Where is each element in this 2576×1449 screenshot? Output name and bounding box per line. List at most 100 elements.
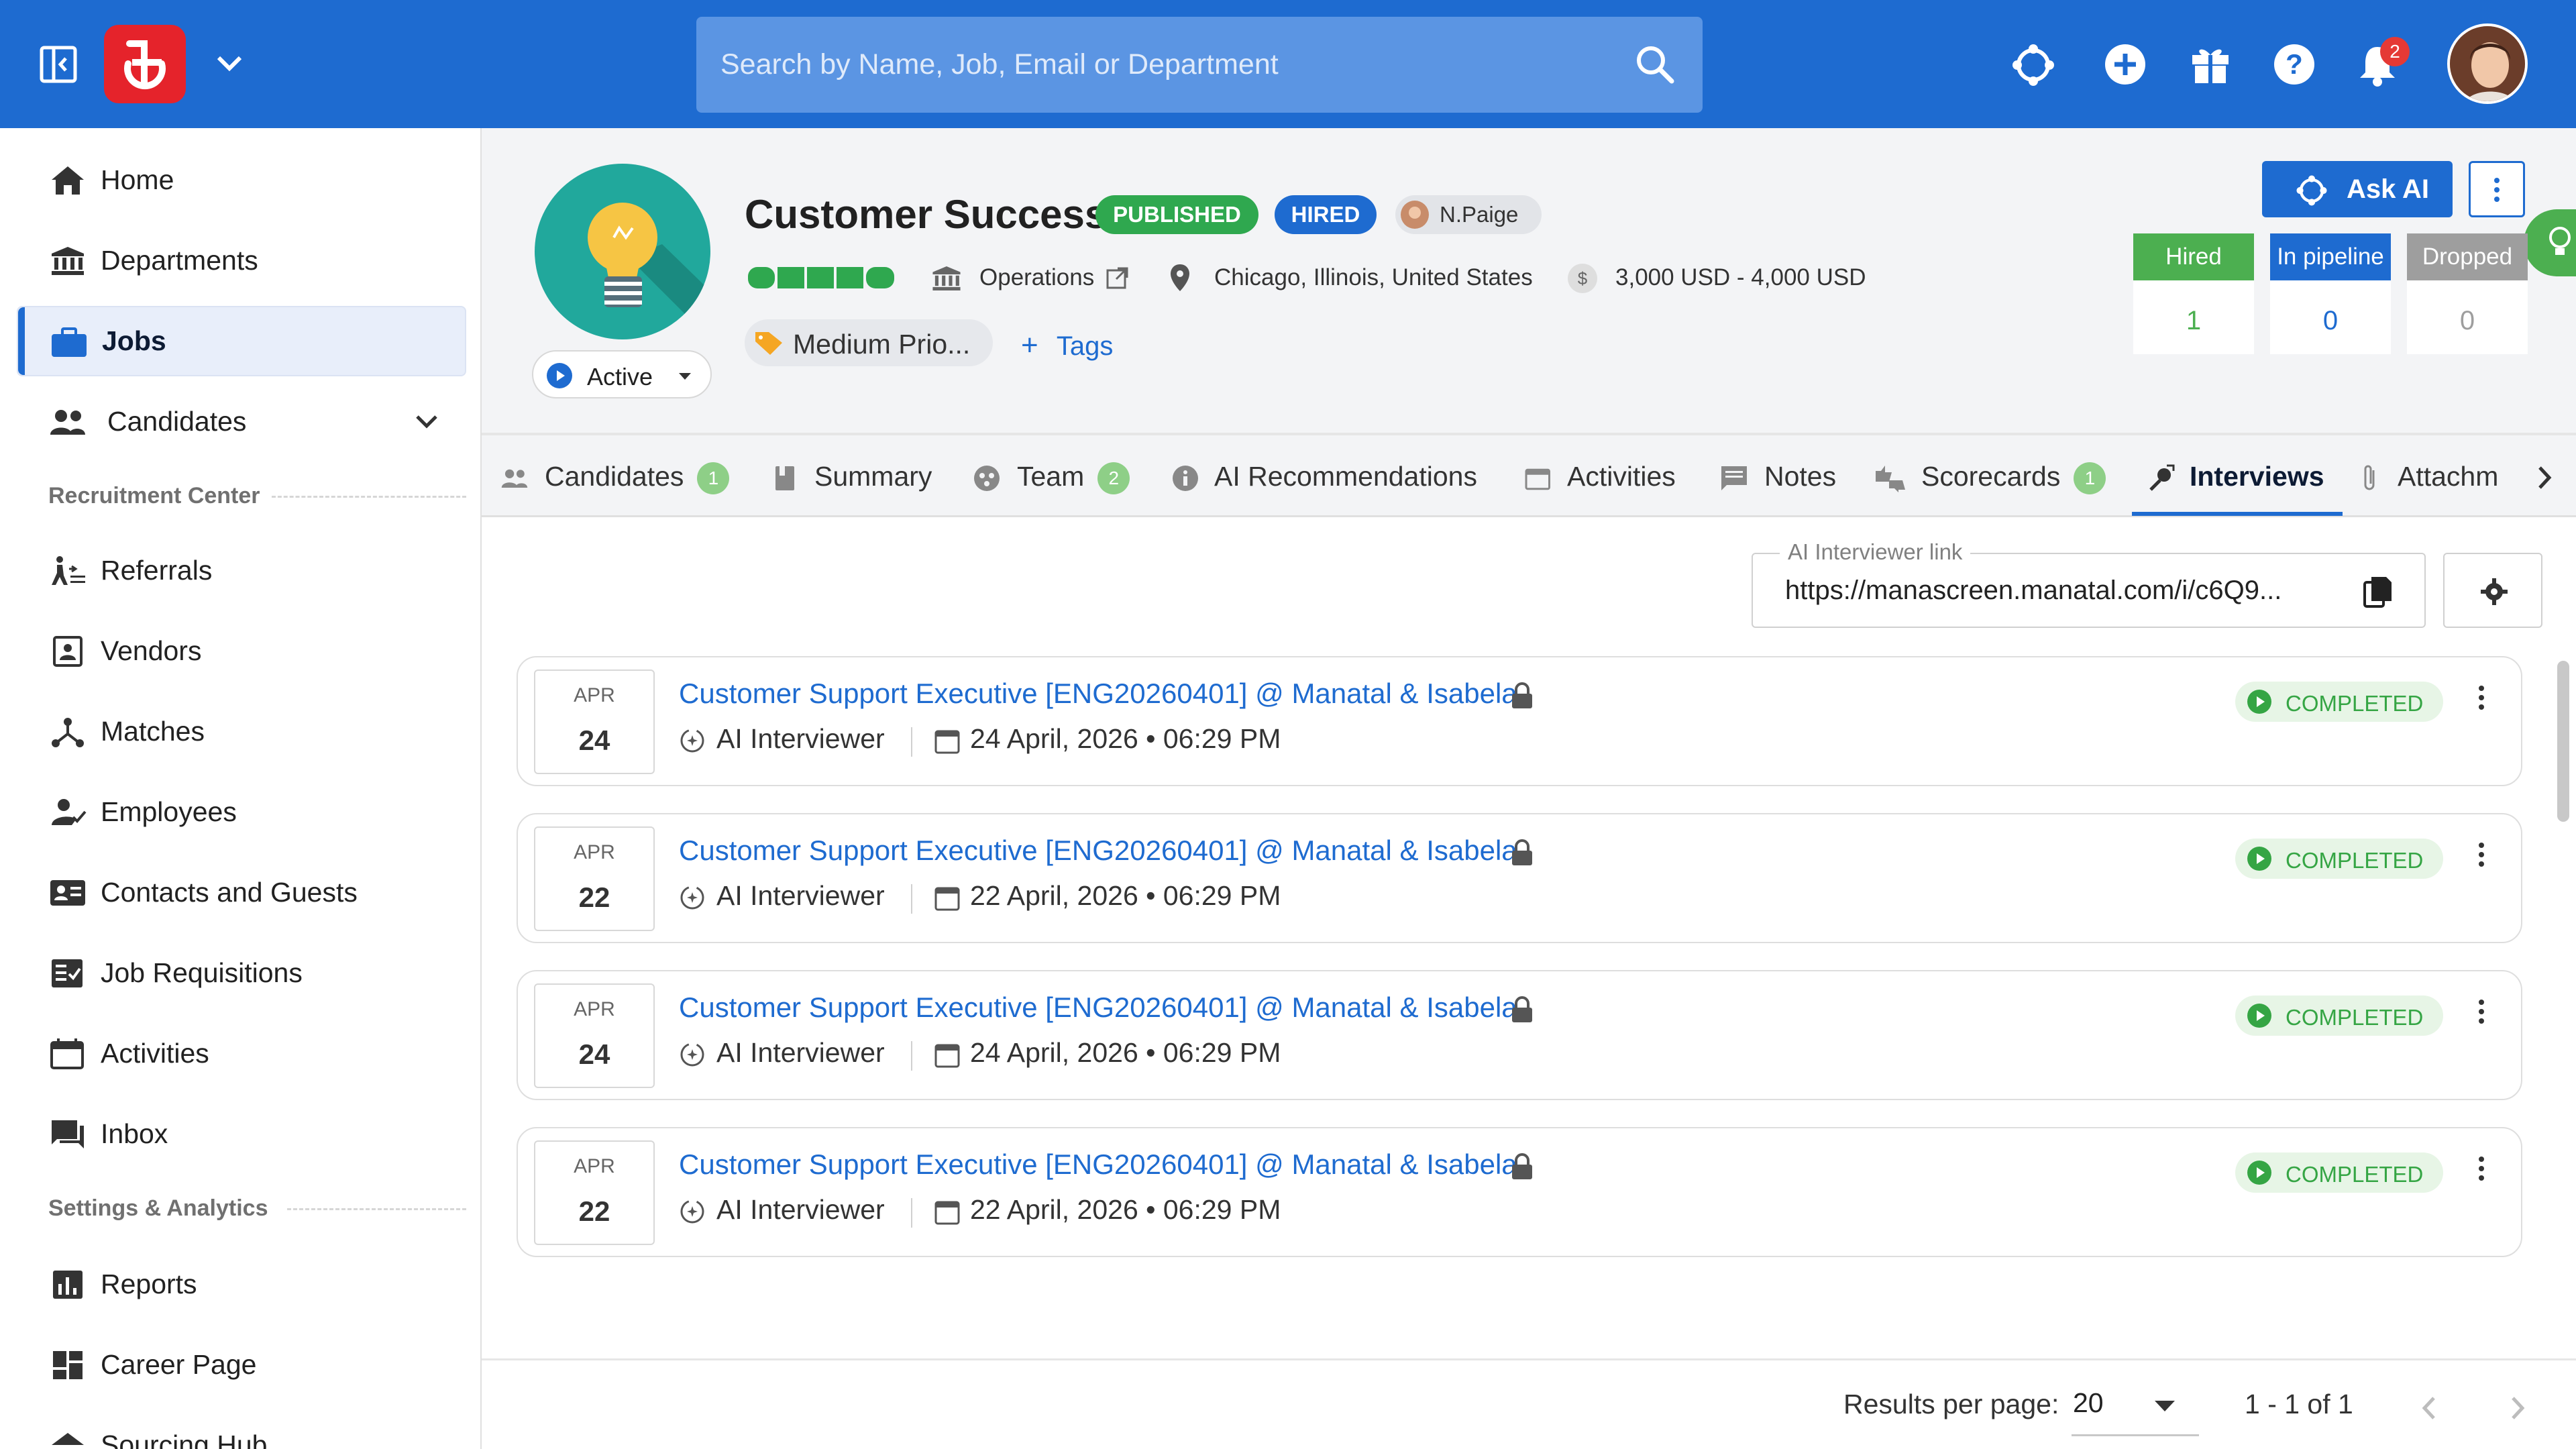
kebab-icon[interactable] [2477,841,2486,868]
interview-title-link[interactable]: Customer Support Executive [ENG20260401]… [679,991,1517,1024]
tab-ai-recommendations[interactable]: AI Recommendations [1171,461,1477,492]
stat-hired[interactable]: Hired 1 [2133,233,2254,354]
interview-card[interactable]: APR 24 Customer Support Executive [ENG20… [517,656,2522,786]
owner-avatar-icon [1401,201,1429,229]
more-options-button[interactable] [2469,161,2525,217]
sidebar-item-reports[interactable]: Reports [17,1249,466,1320]
sidebar-item-referrals[interactable]: Referrals [17,535,466,606]
team-icon [974,466,1000,492]
ai-interviewer-icon [680,1199,704,1224]
calendar-icon [934,1201,960,1225]
kebab-icon[interactable] [2477,998,2486,1025]
sidebar-item-matches[interactable]: Matches [17,696,466,767]
sidebar-item-employees[interactable]: Employees [17,777,466,847]
tab-notes[interactable]: Notes [1720,461,1836,492]
calendar-icon [50,1038,84,1069]
tab-attachments[interactable]: Attachm [2360,461,2498,493]
calendar-icon [934,887,960,911]
tab-candidates[interactable]: Candidates 1 [499,461,730,495]
chevron-down-icon[interactable] [414,413,439,431]
sidebar-item-job-requisitions[interactable]: Job Requisitions [17,938,466,1008]
sidebar-item-home[interactable]: Home [17,145,466,215]
tab-scorecards[interactable]: Scorecards 1 [1874,461,2106,495]
caret-down-icon[interactable] [2153,1399,2176,1413]
interview-datetime: 24 April, 2026 • 06:29 PM [970,1037,1281,1068]
date-day: 22 [578,1195,610,1227]
tab-count-badge: 1 [697,462,730,495]
job-status-dropdown[interactable]: Active [532,350,712,398]
sidebar-toggle-icon[interactable] [39,45,78,84]
stat-value: 0 [2459,306,2475,335]
app-logo[interactable] [104,25,186,103]
owner-chip[interactable]: N.Paige [1395,195,1542,234]
tab-label: Team [1017,461,1085,492]
ai-interviewer-link-field[interactable]: AI Interviewer link https://manascreen.m… [1752,539,2426,628]
sidebar-item-career-page[interactable]: Career Page [17,1330,466,1400]
salary-icon: $ [1568,264,1597,293]
interview-title-link[interactable]: Customer Support Executive [ENG20260401]… [679,1148,1517,1181]
ai-icon [2296,175,2327,206]
copy-icon[interactable] [2363,576,2393,608]
stat-in-pipeline[interactable]: In pipeline 0 [2270,233,2391,354]
sidebar-item-jobs[interactable]: Jobs [17,306,466,376]
user-portrait-icon [2450,26,2525,101]
kebab-icon[interactable] [2477,684,2486,711]
add-icon[interactable] [2104,43,2147,86]
section-title-settings: Settings & Analytics [48,1195,268,1221]
tab-label: Notes [1764,461,1837,492]
sidebar-item-departments[interactable]: Departments [17,225,466,296]
search-icon[interactable] [1634,44,1676,85]
interview-title-link[interactable]: Customer Support Executive [ENG20260401]… [679,835,1517,867]
calendar-icon [1525,468,1550,490]
published-badge: PUBLISHED [1095,195,1258,234]
chevron-left-icon[interactable] [2420,1394,2438,1422]
ask-ai-button[interactable]: Ask AI [2262,161,2453,217]
section-divider [272,496,466,498]
stat-dropped[interactable]: Dropped 0 [2407,233,2528,354]
play-icon [547,363,572,388]
settings-button[interactable] [2443,553,2542,628]
ai-assistant-icon[interactable] [2011,43,2055,87]
top-bar: Search by Name, Job, Email or Department… [0,0,2576,128]
chevron-right-icon[interactable] [2509,1394,2526,1422]
chevron-right-icon[interactable] [2536,464,2553,492]
interview-icon [2149,464,2175,491]
search-input[interactable]: Search by Name, Job, Email or Department [696,17,1703,113]
interview-datetime: 22 April, 2026 • 06:29 PM [970,1194,1281,1225]
lock-icon [1512,839,1532,865]
department-name: Operations [979,264,1095,290]
paperclip-icon [2364,465,2375,490]
results-per-page-select[interactable]: 20 [2073,1387,2104,1419]
add-tags-button[interactable]: + Tags [1021,329,1113,362]
priority-chip[interactable]: Medium Prio... [745,319,993,366]
sidebar-item-sourcing-hub[interactable]: Sourcing Hub [17,1410,466,1449]
kebab-icon[interactable] [2477,1155,2486,1182]
notification-badge: 2 [2380,37,2410,66]
interview-card[interactable]: APR 22 Customer Support Executive [ENG20… [517,1127,2522,1257]
interview-card[interactable]: APR 24 Customer Support Executive [ENG20… [517,970,2522,1100]
scrollbar[interactable] [2557,661,2569,822]
tab-team[interactable]: Team 2 [973,461,1130,495]
thumbs-icon [1876,466,1905,493]
tab-summary[interactable]: Summary [773,461,932,492]
help-icon[interactable]: ? [2273,43,2316,86]
tab-activities[interactable]: Activities [1524,461,1676,492]
chevron-down-icon[interactable] [215,54,244,74]
sidebar-item-candidates[interactable]: Candidates [17,386,466,457]
sidebar-item-inbox[interactable]: Inbox [17,1099,466,1169]
lock-icon [1512,996,1532,1022]
sidebar-item-contacts[interactable]: Contacts and Guests [17,857,466,928]
briefcase-icon [52,327,87,357]
tab-interviews[interactable]: Interviews [2147,461,2324,492]
sidebar-item-activities[interactable]: Activities [17,1018,466,1089]
tab-label: Interviews [2190,461,2324,492]
interview-title-link[interactable]: Customer Support Executive [ENG20260401]… [679,678,1517,710]
pagination-range: 1 - 1 of 1 [2245,1389,2353,1419]
caret-down-icon [679,373,691,380]
gift-icon[interactable] [2190,43,2231,85]
user-avatar[interactable] [2447,23,2528,104]
interview-card[interactable]: APR 22 Customer Support Executive [ENG20… [517,813,2522,943]
interview-datetime: 22 April, 2026 • 06:29 PM [970,880,1281,911]
sidebar-item-vendors[interactable]: Vendors [17,616,466,686]
external-link-icon[interactable] [1106,266,1130,290]
